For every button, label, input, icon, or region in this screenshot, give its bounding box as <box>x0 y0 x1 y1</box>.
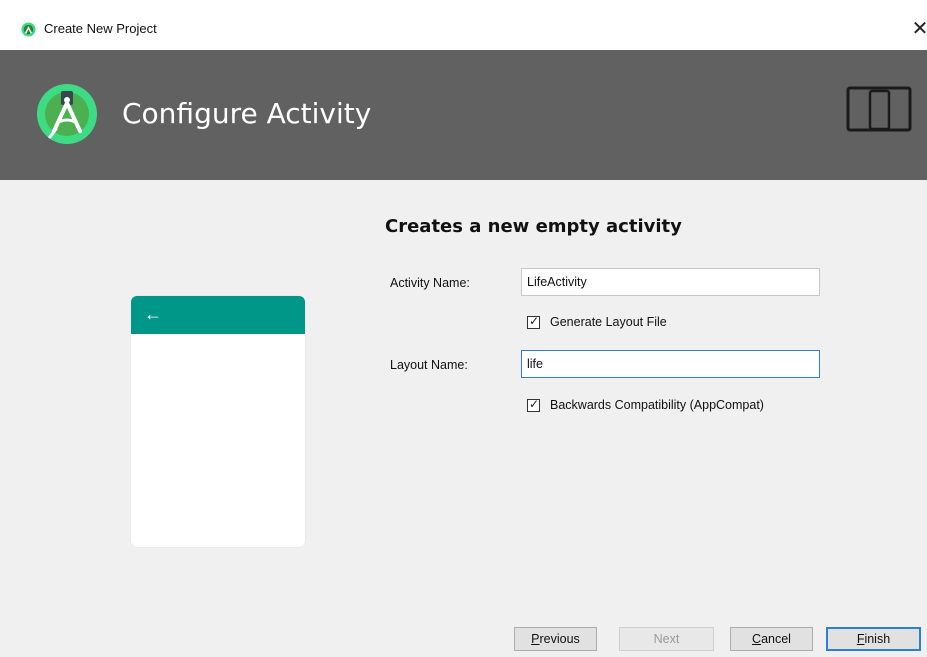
android-studio-logo-icon <box>37 84 97 144</box>
layout-name-label: Layout Name: <box>390 358 468 372</box>
generate-layout-checkbox[interactable]: ✓ <box>527 313 540 329</box>
cancel-button[interactable]: Cancel <box>730 627 813 651</box>
page-heading: Configure Activity <box>122 97 372 130</box>
next-button[interactable]: Next <box>619 627 714 651</box>
back-arrow-icon: ← <box>144 304 162 324</box>
android-studio-app-icon <box>21 22 36 37</box>
close-icon[interactable]: ✕ <box>905 14 927 44</box>
previous-button[interactable]: Previous <box>514 627 597 651</box>
activity-preview: ← <box>131 296 305 547</box>
activity-description: Creates a new empty activity <box>385 216 682 237</box>
finish-button[interactable]: Finish <box>826 627 921 651</box>
activity-name-field[interactable]: LifeActivity <box>521 268 820 296</box>
backwards-compatibility-checkbox[interactable]: ✓ <box>527 396 540 412</box>
title-bar: Create New Project ✕ <box>0 0 927 50</box>
create-new-project-window: Create New Project ✕ Configure Activity … <box>0 0 927 657</box>
checkmark-icon: ✓ <box>529 313 540 328</box>
activity-name-label: Activity Name: <box>390 276 470 290</box>
backwards-compatibility-label: Backwards Compatibility (AppCompat) <box>550 398 764 412</box>
layout-name-field[interactable]: life <box>521 350 820 378</box>
generate-layout-file-option[interactable]: ✓ Generate Layout File <box>527 313 667 331</box>
cancel-label-rest: ancel <box>761 632 791 646</box>
previous-mnemonic: P <box>531 632 540 646</box>
cancel-mnemonic: C <box>752 632 762 646</box>
previous-label-rest: revious <box>539 632 580 646</box>
preview-app-bar: ← <box>131 296 305 334</box>
finish-label-rest: inish <box>864 632 891 646</box>
header-banner: Configure Activity <box>0 50 927 180</box>
phone-tablet-icon <box>846 86 912 132</box>
backwards-compatibility-option[interactable]: ✓ Backwards Compatibility (AppCompat) <box>527 396 764 414</box>
checkmark-icon: ✓ <box>529 396 540 411</box>
generate-layout-label: Generate Layout File <box>550 315 667 329</box>
window-title: Create New Project <box>44 21 157 36</box>
